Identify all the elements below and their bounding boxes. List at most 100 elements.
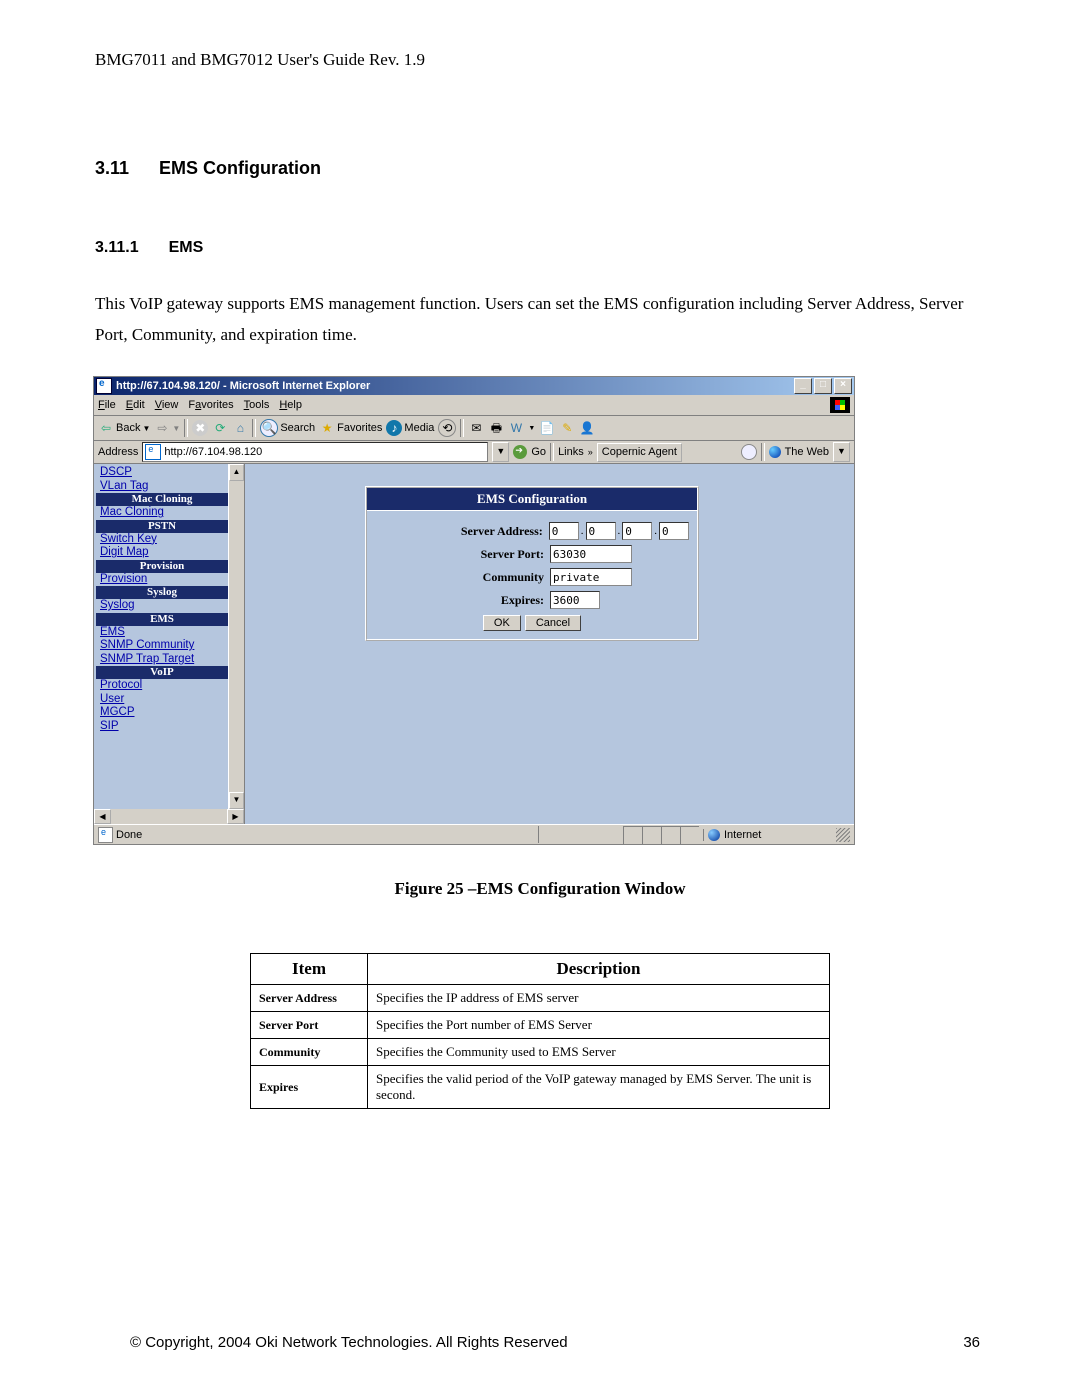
search-icon[interactable] (741, 444, 757, 460)
sidebar-link-sip[interactable]: SIP (94, 720, 244, 734)
home-icon[interactable]: ⌂ (232, 420, 248, 436)
sidebar-link-mgcp[interactable]: MGCP (94, 706, 244, 720)
address-dropdown[interactable]: ▼ (492, 442, 509, 462)
sidebar-link-digitmap[interactable]: Digit Map (94, 546, 244, 560)
label-server-port: Server Port: (429, 547, 544, 562)
ip-octet-4[interactable] (659, 522, 689, 540)
status-done-text: Done (116, 829, 142, 841)
subsection-title: EMS (169, 239, 204, 256)
config-panel: EMS Configuration Server Address: . . . (365, 486, 699, 641)
section-number: 3.11 (95, 158, 129, 178)
window-title: http://67.104.98.120/ - Microsoft Intern… (116, 380, 370, 392)
menu-edit[interactable]: Edit (126, 399, 145, 411)
address-input[interactable]: http://67.104.98.120 (142, 442, 488, 462)
cancel-button[interactable]: Cancel (525, 615, 581, 631)
resize-grip-icon[interactable] (836, 828, 850, 842)
menu-file[interactable]: File (98, 399, 116, 411)
content-area: DSCP VLan Tag Mac Cloning Mac Cloning PS… (94, 464, 854, 824)
stop-icon[interactable]: ✖ (192, 420, 208, 436)
media-button[interactable]: ♪Media (386, 420, 434, 436)
history-icon[interactable]: ⟲ (438, 419, 456, 437)
refresh-icon[interactable]: ⟳ (212, 420, 228, 436)
maximize-button[interactable]: □ (814, 378, 832, 394)
subsection-number: 3.11.1 (95, 239, 139, 256)
discuss-icon[interactable]: 📄 (539, 420, 555, 436)
sidebar-link-provision[interactable]: Provision (94, 573, 244, 587)
sidebar-link-dscp[interactable]: DSCP (94, 466, 244, 480)
scroll-right-icon[interactable]: ▶ (227, 809, 244, 824)
links-label[interactable]: Links (558, 446, 584, 458)
sidebar-vscroll[interactable]: ▲ ▼ (228, 464, 244, 824)
copernic-button[interactable]: Copernic Agent (597, 443, 682, 462)
minimize-button[interactable]: _ (794, 378, 812, 394)
menu-view[interactable]: View (155, 399, 179, 411)
sidebar-link-snmptrap[interactable]: SNMP Trap Target (94, 653, 244, 667)
server-port-input[interactable] (550, 545, 632, 563)
address-label: Address (98, 446, 138, 458)
toolbar: ⇦Back ▼ ⇨▼ ✖ ⟳ ⌂ 🔍Search ★Favorites ♪Med… (94, 416, 854, 441)
label-expires: Expires: (429, 593, 544, 608)
search-scope-dropdown[interactable]: ▼ (833, 442, 850, 462)
expires-input[interactable] (550, 591, 600, 609)
edit-icon[interactable]: W (508, 420, 524, 436)
menu-help[interactable]: Help (279, 399, 302, 411)
related-icon[interactable]: ✎ (559, 420, 575, 436)
sidebar-group-ems: EMS (96, 613, 228, 626)
ok-button[interactable]: OK (483, 615, 521, 631)
ip-octet-2[interactable] (586, 522, 616, 540)
main-pane: EMS Configuration Server Address: . . . (245, 464, 854, 824)
menu-tools[interactable]: Tools (244, 399, 270, 411)
sidebar-link-switchkey[interactable]: Switch Key (94, 533, 244, 547)
titlebar: http://67.104.98.120/ - Microsoft Intern… (94, 377, 854, 395)
sidebar-link-user[interactable]: User (94, 693, 244, 707)
sidebar-group-voip: VoIP (96, 666, 228, 679)
sidebar-link-mac[interactable]: Mac Cloning (94, 506, 244, 520)
section-title: EMS Configuration (159, 158, 321, 178)
sidebar-group-pstn: PSTN (96, 520, 228, 533)
description-table: Item Description Server AddressSpecifies… (250, 953, 830, 1109)
go-icon[interactable] (513, 445, 527, 459)
th-desc: Description (368, 954, 830, 985)
favorites-button[interactable]: ★Favorites (319, 420, 382, 436)
community-input[interactable] (550, 568, 632, 586)
address-bar: Address http://67.104.98.120 ▼ Go Links … (94, 441, 854, 464)
sidebar-link-ems[interactable]: EMS (94, 626, 244, 640)
sidebar-link-vlan[interactable]: VLan Tag (94, 480, 244, 494)
label-server-address: Server Address: (428, 524, 543, 539)
print-icon[interactable]: 🖶 (488, 420, 504, 436)
sidebar-group-mac: Mac Cloning (96, 493, 228, 506)
ip-octet-3[interactable] (622, 522, 652, 540)
sidebar-hscroll[interactable]: ◀ ▶ (94, 809, 244, 824)
sidebar-link-syslog[interactable]: Syslog (94, 599, 244, 613)
scroll-down-icon[interactable]: ▼ (229, 792, 244, 809)
menu-favorites[interactable]: Favorites (188, 399, 233, 411)
mail-icon[interactable]: ✉▼ (468, 420, 484, 436)
scroll-left-icon[interactable]: ◀ (94, 809, 111, 824)
search-button[interactable]: 🔍Search (260, 419, 315, 437)
internet-icon (708, 829, 720, 841)
sidebar-link-protocol[interactable]: Protocol (94, 679, 244, 693)
server-address-input[interactable]: . . . (549, 522, 689, 540)
ie-icon (96, 378, 112, 394)
close-button[interactable]: × (834, 378, 852, 394)
figure-caption: Figure 25 –EMS Configuration Window (95, 879, 985, 899)
statusbar: Done Internet (94, 824, 854, 844)
ip-octet-1[interactable] (549, 522, 579, 540)
the-web-label: The Web (785, 446, 829, 458)
go-label[interactable]: Go (531, 446, 546, 458)
sidebar-link-snmpcomm[interactable]: SNMP Community (94, 639, 244, 653)
messenger-icon[interactable]: 👤 (579, 420, 595, 436)
copyright: © Copyright, 2004 Oki Network Technologi… (130, 1334, 568, 1351)
browser-window: http://67.104.98.120/ - Microsoft Intern… (93, 376, 855, 845)
sidebar-group-provision: Provision (96, 560, 228, 573)
panel-title: EMS Configuration (367, 488, 697, 511)
back-button[interactable]: ⇦Back ▼ (98, 420, 150, 436)
status-zone: Internet (703, 829, 832, 841)
done-icon (98, 827, 113, 843)
links-chevron-icon[interactable]: » (588, 447, 593, 457)
table-row: Server PortSpecifies the Port number of … (251, 1012, 830, 1039)
scroll-up-icon[interactable]: ▲ (229, 464, 244, 481)
forward-button[interactable]: ⇨▼ (154, 420, 180, 436)
sidebar-group-syslog: Syslog (96, 586, 228, 599)
status-done: Done (98, 827, 534, 843)
